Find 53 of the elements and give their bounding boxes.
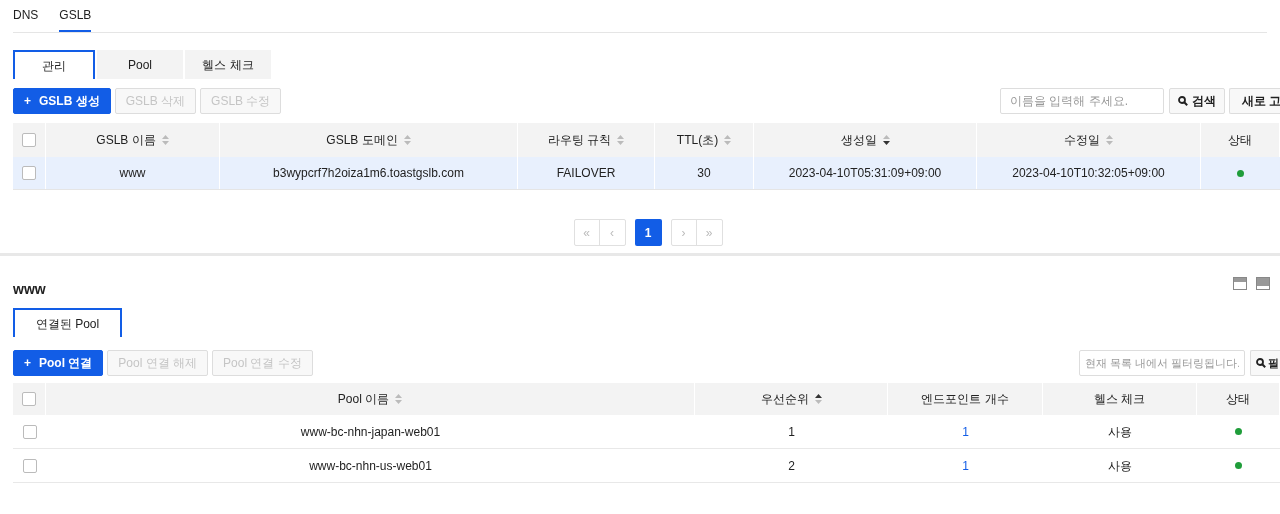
sub-tab[interactable]: 헬스 체크: [185, 50, 271, 79]
column-header: 수정일: [1064, 132, 1100, 149]
create-button[interactable]: + Pool 연결: [13, 350, 104, 376]
refresh-button[interactable]: 새로 고: [1229, 88, 1280, 114]
page-button[interactable]: 1: [634, 219, 662, 246]
search-button[interactable]: 검색: [1169, 88, 1225, 114]
sort-icon[interactable]: [814, 394, 822, 404]
sub-tab[interactable]: 관리: [13, 50, 95, 79]
table-cell-text: 30: [697, 165, 711, 182]
section-title: www: [13, 279, 47, 299]
column-header: GSLB 이름: [96, 132, 156, 149]
column-header: Pool 이름: [337, 391, 390, 408]
table-cell-text: www: [119, 165, 146, 182]
search-icon: [1178, 96, 1188, 106]
table-cell-text: 1: [788, 423, 795, 441]
checkbox[interactable]: [22, 424, 37, 439]
column-header: 헬스 체크: [1093, 391, 1146, 408]
table-row[interactable]: www b3wypcrf7h2oiza1m6.toastgslb.com FAILOVER 30 2023-04-10T05:31:09+09:00 2023-04-10T10:32:05+09:00: [13, 157, 1280, 190]
table-cell-text: 2023-04-10T05:31:09+09:00: [788, 165, 942, 182]
panel-layout-icon[interactable]: [1233, 276, 1247, 290]
checkbox[interactable]: [22, 133, 36, 147]
column-header: 상태: [1228, 132, 1252, 149]
endpoint-count-link[interactable]: 1: [962, 456, 969, 475]
column-header: 상태: [1226, 391, 1250, 408]
table-cell-text: www-bc-nhn-us-web01: [309, 457, 432, 475]
table-cell-text: www-bc-nhn-japan-web01: [300, 423, 441, 441]
sub-tab[interactable]: Pool: [97, 50, 183, 79]
create-button[interactable]: + GSLB 생성: [13, 88, 111, 114]
table-cell-text: FAILOVER: [556, 165, 616, 182]
detail-tab[interactable]: 연결된 Pool: [13, 308, 122, 337]
column-header: 생성일: [840, 132, 877, 149]
filter-button[interactable]: 필: [1250, 350, 1280, 376]
table-cell-text: 사용: [1108, 457, 1132, 475]
table-cell-text: b3wypcrf7h2oiza1m6.toastgslb.com: [273, 165, 464, 182]
endpoint-count-link[interactable]: 1: [962, 422, 969, 441]
checkbox[interactable]: [22, 392, 36, 406]
column-header: 엔드포인트 개수: [921, 391, 1009, 408]
sort-icon[interactable]: [882, 135, 890, 145]
search-field[interactable]: 이름을 입력해 주세요.: [1000, 88, 1164, 114]
column-header: 라우팅 규칙: [547, 132, 612, 149]
checkbox[interactable]: [22, 458, 37, 473]
top-tab[interactable]: GSLB: [59, 0, 92, 32]
checkbox[interactable]: [22, 166, 36, 180]
filter-field[interactable]: 현재 목록 내에서 필터링됩니다.: [1079, 350, 1245, 376]
table-cell-text: 사용: [1108, 423, 1132, 441]
panel-layout-icon[interactable]: [1256, 276, 1270, 290]
table-cell-text: 2: [788, 457, 795, 475]
column-header: GSLB 도메인: [326, 132, 398, 149]
top-tab[interactable]: DNS: [13, 0, 39, 32]
table-cell-text: 2023-04-10T10:32:05+09:00: [1012, 165, 1165, 182]
column-header: 우선순위: [760, 391, 809, 408]
search-icon: [1256, 358, 1266, 368]
column-header: TTL(초): [676, 132, 719, 149]
